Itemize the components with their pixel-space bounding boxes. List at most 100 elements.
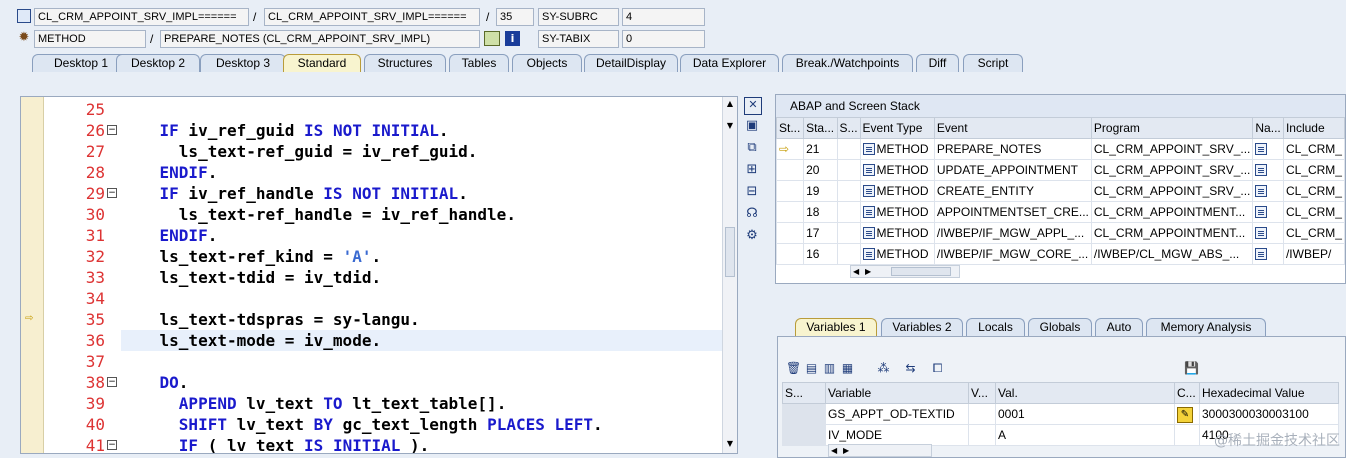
fold-toggle-icon[interactable]: − [107, 440, 117, 450]
include-field[interactable]: CL_CRM_APPOINT_SRV_IMPL====== [264, 8, 480, 26]
variable-name[interactable]: IV_MODE [825, 424, 969, 446]
variable-value[interactable]: A [995, 424, 1175, 446]
fold-toggle-icon[interactable]: − [107, 377, 117, 387]
table-row[interactable]: 16 METHOD/IWBEP/IF_MGW_CORE_.../IWBEP/CL_… [775, 243, 1346, 265]
code-line[interactable]: IF iv_ref_guid IS NOT INITIAL. [121, 120, 449, 141]
tab-auto[interactable]: Auto [1095, 318, 1143, 336]
tab-desktop-3[interactable]: Desktop 3 [200, 54, 286, 72]
table-row[interactable]: 17 METHOD/IWBEP/IF_MGW_APPL_... CL_CRM_APP… [775, 222, 1346, 244]
col-header[interactable]: Include [1282, 117, 1346, 139]
code-line[interactable]: IF iv_ref_handle IS NOT INITIAL. [121, 183, 468, 204]
row-selector[interactable] [782, 424, 826, 446]
navigate-icon[interactable] [1252, 243, 1284, 265]
table-row[interactable]: 18 METHOD APPOINTMENTSET_CRE... CL_CRM_APPO… [775, 201, 1346, 223]
structure-icon[interactable]: ▦ [840, 361, 855, 376]
tab-globals[interactable]: Globals [1028, 318, 1092, 336]
table-row[interactable]: 19 METHOD CREATE_ENTITY CL_CRM_APPOINT_SRV_… [775, 180, 1346, 202]
editor-scrollbar[interactable]: ▲ ▼ ▼ [722, 97, 737, 453]
navigate-icon[interactable] [1255, 143, 1268, 155]
fold-toggle-icon[interactable]: − [107, 188, 117, 198]
table-row[interactable]: GS_APPT_OD-TEXTID 0001 ✎ 3000300030003100 [782, 403, 1339, 425]
navigate-icon[interactable] [1255, 185, 1268, 197]
code-line[interactable]: APPEND lv_text TO lt_text_table[]. [121, 393, 507, 414]
tab-memory-analysis[interactable]: Memory Analysis [1146, 318, 1266, 336]
scroll-right-icon[interactable]: ▶ [865, 266, 871, 278]
col-header[interactable]: Program [1090, 117, 1254, 139]
col-header[interactable]: Val. [995, 382, 1175, 404]
tools-icon[interactable]: ⚙ [744, 228, 760, 244]
sysvar-value-field[interactable]: 0 [622, 30, 705, 48]
tab-script[interactable]: Script [963, 54, 1023, 72]
display-icon[interactable] [484, 31, 500, 46]
table-row[interactable]: 20 METHOD UPDATE_APPOINTMENT CL_CRM_APPOINT… [775, 159, 1346, 181]
tab-standard[interactable]: Standard [283, 54, 361, 72]
col-header[interactable]: Event [933, 117, 1092, 139]
code-line[interactable]: ls_text-ref_handle = iv_ref_handle. [121, 204, 516, 225]
fold-toggle-icon[interactable]: − [107, 125, 117, 135]
scroll-right-icon[interactable]: ▶ [843, 445, 849, 457]
tab-variables-2[interactable]: Variables 2 [881, 318, 963, 336]
scroll-down-icon[interactable]: ▼ [725, 439, 735, 449]
scroll-left-icon[interactable]: ◀ [831, 445, 837, 457]
info-icon[interactable]: i [505, 31, 520, 46]
line-number-field[interactable]: 35 [496, 8, 534, 26]
col-header[interactable]: Na... [1252, 117, 1284, 139]
scroll-thumb[interactable] [891, 267, 951, 276]
change-cell[interactable]: ✎ [1174, 403, 1200, 425]
variable-value[interactable]: 0001 [995, 403, 1175, 425]
event-name-field[interactable]: PREPARE_NOTES (CL_CRM_APPOINT_SRV_IMPL) [160, 30, 480, 48]
event-type-field[interactable]: METHOD [34, 30, 146, 48]
col-header[interactable]: S... [782, 382, 826, 404]
code-line[interactable]: IF ( lv_text IS INITIAL ). [121, 435, 429, 453]
tab-variables-1[interactable]: Variables 1 [795, 318, 877, 336]
table-row[interactable]: ⇨ 21 METHOD PREPARE_NOTES CL_CRM_APPOINT_SRV… [775, 138, 1346, 160]
col-header[interactable]: Variable [825, 382, 969, 404]
code-line[interactable]: ls_text-tdspras = sy-langu. [121, 309, 420, 330]
headset-icon[interactable]: ☊ [744, 206, 760, 222]
tab-tables[interactable]: Tables [449, 54, 509, 72]
scroll-thumb[interactable] [725, 227, 735, 277]
code-line[interactable]: ENDIF. [121, 162, 218, 183]
tab-objects[interactable]: Objects [512, 54, 582, 72]
tab-structures[interactable]: Structures [364, 54, 446, 72]
split-icon[interactable]: ⧉ [744, 140, 760, 156]
transfer-icon[interactable]: ⇆ [903, 361, 918, 376]
tab-detaildisplay[interactable]: DetailDisplay [584, 54, 678, 72]
maximize-icon[interactable]: ⊞ [744, 162, 760, 178]
hierarchy-icon[interactable]: ⁂ [876, 361, 891, 376]
navigate-icon[interactable] [1252, 222, 1284, 244]
col-header[interactable]: Sta... [803, 117, 838, 139]
stack-hscroll[interactable]: ◀ ▶ [850, 265, 960, 278]
navigate-icon[interactable] [1255, 227, 1268, 239]
col-header[interactable]: S... [836, 117, 861, 139]
col-header[interactable]: St... [775, 117, 805, 139]
navigate-icon[interactable] [1252, 180, 1284, 202]
tab-locals[interactable]: Locals [966, 318, 1025, 336]
code-line[interactable]: SHIFT lv_text BY gc_text_length PLACES L… [121, 414, 603, 435]
save-icon[interactable]: 💾 [1184, 361, 1199, 376]
col-header[interactable]: Hexadecimal Value [1199, 382, 1339, 404]
edit-icon[interactable]: ▤ [804, 361, 819, 376]
row-selector[interactable] [782, 403, 826, 425]
tab-diff[interactable]: Diff [916, 54, 959, 72]
sysvar-value-field[interactable]: 4 [622, 8, 705, 26]
code-line[interactable]: DO. [121, 372, 189, 393]
copy-icon[interactable]: ⧠ [930, 361, 945, 376]
program-field[interactable]: CL_CRM_APPOINT_SRV_IMPL====== [34, 8, 249, 26]
code-line[interactable]: ls_text-tdid = iv_tdid. [121, 267, 382, 288]
code-line[interactable]: ls_text-mode = iv_mode. [121, 330, 382, 351]
navigate-icon[interactable] [1255, 206, 1268, 218]
code-line[interactable]: ls_text-ref_kind = 'A'. [121, 246, 382, 267]
new-window-icon[interactable]: ▣ [744, 118, 760, 134]
sysvar-name-field[interactable]: SY-SUBRC [538, 8, 619, 26]
pencil-icon[interactable]: ✎ [1177, 406, 1193, 423]
navigate-icon[interactable] [1255, 248, 1268, 260]
code-editor[interactable]: 25 26− IF iv_ref_guid IS NOT INITIAL. 27 l… [20, 96, 738, 454]
code-line[interactable]: ENDIF. [121, 225, 218, 246]
col-header[interactable]: Event Type [859, 117, 935, 139]
scroll-up-icon[interactable]: ▲ [725, 99, 735, 109]
scroll-down-icon[interactable]: ▼ [725, 121, 735, 131]
tab-desktop-2[interactable]: Desktop 2 [116, 54, 200, 72]
col-header[interactable]: C... [1174, 382, 1200, 404]
vars-hscroll[interactable]: ◀ ▶ [828, 444, 932, 457]
